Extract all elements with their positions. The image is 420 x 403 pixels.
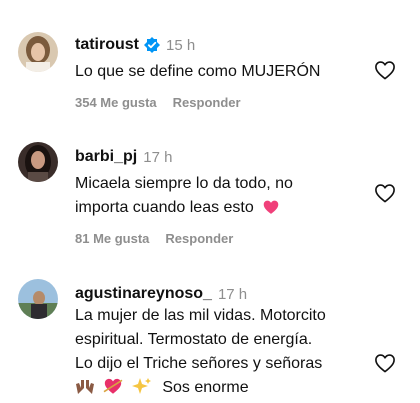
username[interactable]: agustinareynoso_ [75,285,212,303]
comment-text-line: Lo dijo el Triche señores y señoras [75,355,323,372]
comment-text-line: Micaela siempre lo da todo, no [75,175,293,192]
pink-heart-emoji [262,199,280,223]
comment-text-line: Lo que se define como MUJERÓN [75,63,321,80]
comment-text: Micaela siempre lo da todo, no importa c… [75,172,375,223]
avatar[interactable] [18,279,58,319]
verified-badge-icon [144,37,160,53]
heart-outline-icon[interactable] [374,353,396,373]
heart-with-arrow-emoji [103,377,123,403]
avatar[interactable] [18,142,58,182]
comment-text: La mujer de las mil vidas. Motorcito esp… [75,304,375,403]
reply-button[interactable]: Responder [173,95,241,110]
sparkles-emoji [131,377,152,403]
comment-text: Lo que se define como MUJERÓN [75,60,375,84]
timestamp: 15 h [166,36,196,54]
username[interactable]: tatiroust [75,36,139,54]
comment-text-segment: Sos enorme [162,379,249,396]
comment-text-segment: importa cuando leas esto [75,199,254,216]
timestamp: 17 h [143,148,173,166]
comment-text-line: importa cuando leas esto [75,196,375,223]
comment-text-line: La mujer de las mil vidas. Motorcito [75,307,326,324]
like-count[interactable]: 81 Me gusta [75,231,149,246]
comment-text-line: espiritual. Termostato de energía. [75,331,313,348]
heart-outline-icon[interactable] [374,183,396,203]
timestamp: 17 h [217,285,248,303]
avatar[interactable] [18,32,58,72]
username[interactable]: barbi_pj [75,148,137,166]
comment-text-line: Sos enorme [75,376,375,403]
heart-outline-icon[interactable] [374,60,396,80]
reply-button[interactable]: Responder [165,231,233,246]
raised-hands-emoji [75,377,95,403]
like-count[interactable]: 354 Me gusta [75,95,157,110]
